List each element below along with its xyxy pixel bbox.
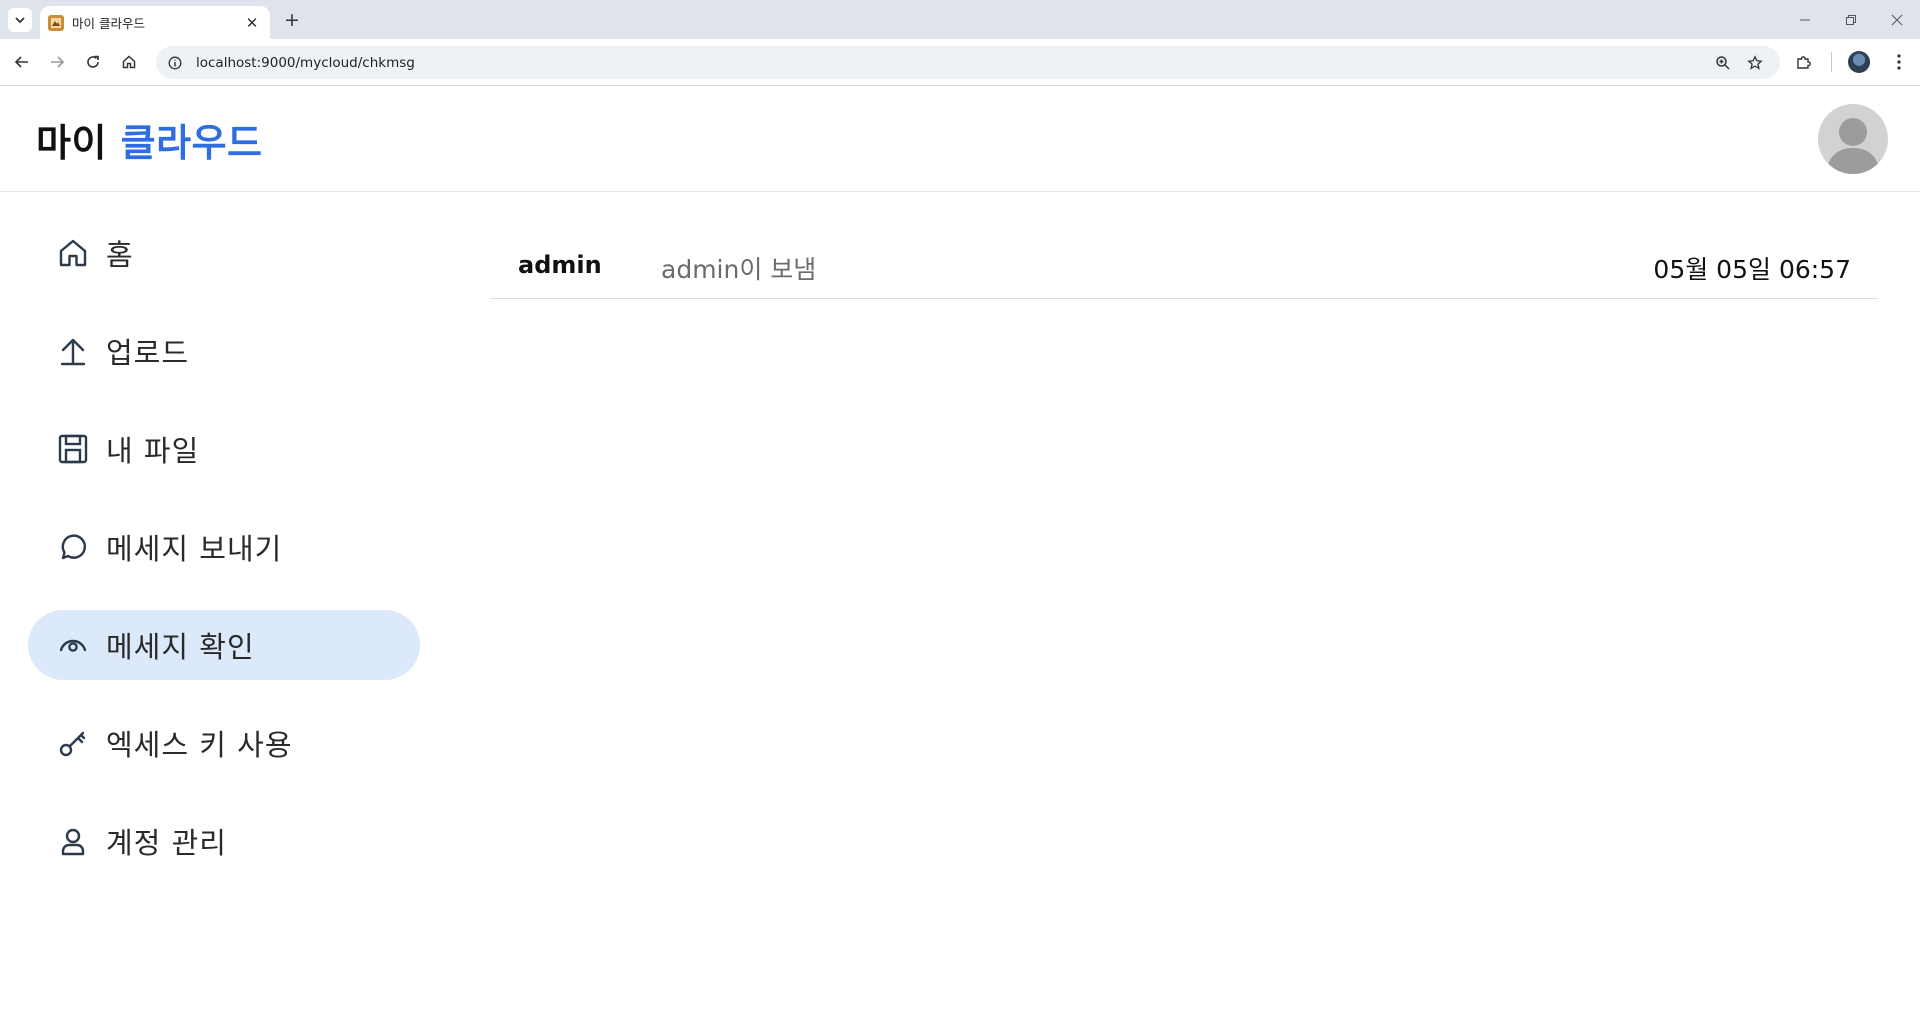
close-window-icon[interactable] xyxy=(1874,0,1920,39)
brand-text-accent: 클라우드 xyxy=(120,121,263,165)
brand-logo[interactable]: 마이 클라우드 xyxy=(36,112,263,167)
home-icon xyxy=(56,236,90,270)
sidebar-item-my-files[interactable]: 내 파일 xyxy=(28,414,420,484)
extensions-icon[interactable] xyxy=(1791,49,1817,75)
tab-close-icon[interactable]: ✕ xyxy=(244,14,260,32)
sidebar-item-label: 계정 관리 xyxy=(106,826,227,860)
sidebar-item-account[interactable]: 계정 관리 xyxy=(28,806,420,876)
url-text: localhost:9000/mycloud/chkmsg xyxy=(196,54,415,71)
back-button[interactable] xyxy=(9,49,35,75)
minimize-icon[interactable] xyxy=(1782,0,1828,39)
forward-button[interactable] xyxy=(44,49,70,75)
browser-tab[interactable]: 마이 클라우드 ✕ xyxy=(40,6,270,39)
home-icon xyxy=(122,55,136,69)
sidebar-item-label: 내 파일 xyxy=(106,434,200,468)
browser-tab-bar: 마이 클라우드 ✕ + xyxy=(0,0,1920,39)
sidebar-item-label: 홈 xyxy=(106,238,134,272)
favicon-icon xyxy=(48,14,64,31)
site-info-icon[interactable] xyxy=(166,54,184,72)
sidebar-item-label: 업로드 xyxy=(106,336,190,370)
toolbar-divider xyxy=(1831,52,1832,72)
reload-icon xyxy=(87,55,99,68)
user-avatar[interactable] xyxy=(1818,104,1888,174)
message-row[interactable]: admin admin이 보냄 05월 05일 06:57 xyxy=(490,234,1878,299)
message-sender: admin xyxy=(518,251,602,279)
user-icon xyxy=(56,824,90,858)
sidebar-item-check-messages[interactable]: 메세지 확인 xyxy=(28,610,420,680)
forward-arrow-icon xyxy=(51,56,65,68)
bookmark-star-icon[interactable] xyxy=(1744,52,1766,74)
tab-search-button[interactable] xyxy=(8,8,32,32)
new-tab-button[interactable]: + xyxy=(280,8,304,32)
user-silhouette-icon xyxy=(1826,118,1880,174)
sidebar-item-label: 엑세스 키 사용 xyxy=(106,728,293,762)
browser-toolbar: localhost:9000/mycloud/chkmsg xyxy=(0,39,1920,86)
sidebar-item-send-message[interactable]: 메세지 보내기 xyxy=(28,512,420,582)
reload-button[interactable] xyxy=(80,49,106,75)
window-controls xyxy=(1782,0,1920,39)
message-list: admin admin이 보냄 05월 05일 06:57 xyxy=(490,234,1878,299)
app-header: 마이 클라우드 xyxy=(0,86,1920,192)
chat-bubble-icon xyxy=(56,530,90,564)
sidebar-nav: 홈 업로드 내 파일 메세지 보내기 메세지 확인 엑세스 키 사용 계정 관리 xyxy=(28,218,420,904)
brand-text-primary: 마이 xyxy=(36,121,107,165)
sidebar-item-access-key[interactable]: 엑세스 키 사용 xyxy=(28,708,420,778)
key-icon xyxy=(56,726,90,760)
chevron-down-icon xyxy=(15,17,25,24)
back-arrow-icon xyxy=(14,56,28,68)
upload-icon xyxy=(56,334,90,368)
sidebar-item-label: 메세지 확인 xyxy=(106,630,255,664)
eye-icon xyxy=(56,628,90,662)
address-bar[interactable]: localhost:9000/mycloud/chkmsg xyxy=(156,46,1780,79)
restore-icon[interactable] xyxy=(1828,0,1874,39)
menu-kebab-icon[interactable] xyxy=(1886,49,1912,75)
tab-title: 마이 클라우드 xyxy=(72,16,145,31)
profile-avatar-icon[interactable] xyxy=(1846,49,1872,75)
sidebar-item-upload[interactable]: 업로드 xyxy=(28,316,420,386)
message-text: admin이 보냄 xyxy=(661,255,817,284)
sidebar-item-home[interactable]: 홈 xyxy=(28,218,420,288)
save-icon xyxy=(56,432,90,466)
zoom-icon[interactable] xyxy=(1712,52,1734,74)
sidebar-item-label: 메세지 보내기 xyxy=(106,532,283,566)
home-button[interactable] xyxy=(116,49,142,75)
message-timestamp: 05월 05일 06:57 xyxy=(1653,255,1851,284)
